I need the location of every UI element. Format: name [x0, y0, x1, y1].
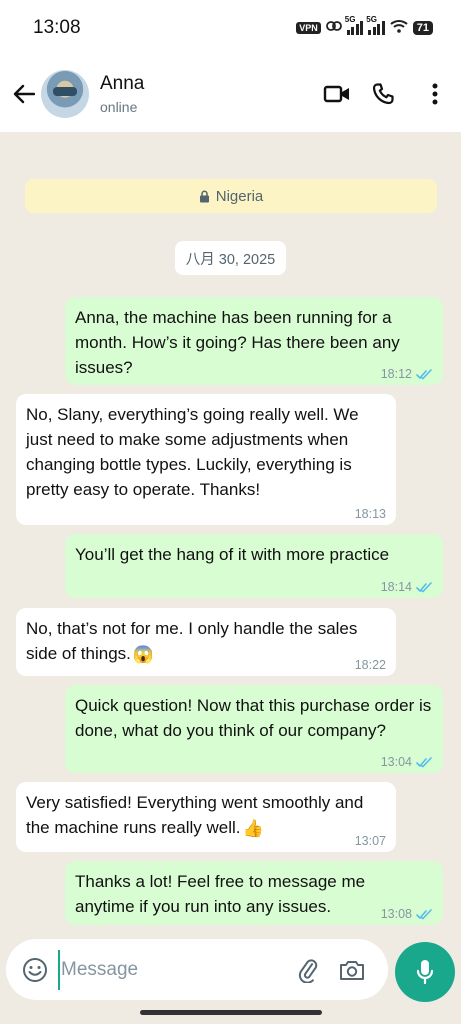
message-bubble-outgoing[interactable]: Thanks a lot! Feel free to message me an… — [65, 861, 443, 925]
status-bar: 13:08 VPN 5G 5G 71 — [0, 0, 461, 56]
contact-name: Anna — [100, 73, 145, 94]
thumbs-up-emoji: 👍 — [242, 819, 264, 839]
camera-icon — [340, 960, 364, 980]
smiley-icon — [23, 957, 47, 982]
message-time: 18:14 — [380, 580, 412, 594]
message-text: Anna, the machine has been running for a… — [75, 308, 400, 377]
chat-area[interactable]: Nigeria 八月 30, 2025 Anna, the machine ha… — [0, 132, 461, 937]
more-vertical-icon — [432, 83, 438, 105]
date-text: 八月 30, 2025 — [185, 251, 276, 268]
status-icons: VPN 5G 5G 71 — [296, 15, 433, 38]
message-meta: 18:12 — [381, 367, 433, 381]
composer-bar — [0, 937, 461, 1024]
double-check-icon — [416, 581, 432, 592]
message-text: No, Slany, everything’s going really wel… — [26, 405, 359, 499]
message-bubble-outgoing[interactable]: Quick question! Now that this purchase o… — [65, 685, 443, 773]
message-text: You’ll get the hang of it with more prac… — [75, 545, 390, 564]
battery-icon: 71 — [412, 21, 433, 35]
camera-button[interactable] — [332, 950, 372, 990]
voice-message-button[interactable] — [395, 942, 455, 1002]
vpn-icon: VPN — [296, 22, 321, 34]
double-check-icon — [416, 756, 432, 767]
message-time: 18:12 — [380, 367, 412, 381]
message-time: 13:08 — [380, 907, 412, 921]
video-camera-icon — [323, 85, 349, 103]
message-meta: 13:04 — [381, 755, 433, 769]
paperclip-icon — [298, 958, 318, 983]
attach-button[interactable] — [288, 950, 328, 990]
message-bubble-incoming[interactable]: No, that’s not for me. I only handle the… — [16, 608, 396, 676]
message-meta: 18:13 — [355, 507, 386, 521]
microphone-icon — [416, 960, 434, 985]
message-text: Very satisfied! Everything went smoothly… — [26, 790, 386, 841]
link-icon — [325, 19, 342, 38]
message-meta: 18:14 — [381, 580, 433, 594]
contact-status: online — [100, 99, 138, 115]
phone-icon — [372, 83, 394, 105]
header-actions — [317, 74, 461, 114]
message-bubble-incoming[interactable]: No, Slany, everything’s going really wel… — [16, 394, 396, 525]
shocked-face-emoji: 😱 — [132, 645, 155, 665]
lock-icon — [199, 190, 209, 202]
date-chip: 八月 30, 2025 — [175, 241, 286, 275]
home-indicator[interactable] — [140, 1010, 322, 1015]
message-text: No, that’s not for me. I only handle the… — [26, 616, 386, 667]
message-meta: 18:22 — [355, 658, 386, 672]
arrow-left-icon — [13, 84, 35, 104]
message-meta: 13:07 — [355, 834, 386, 848]
message-bubble-outgoing[interactable]: You’ll get the hang of it with more prac… — [65, 534, 443, 598]
location-banner[interactable]: Nigeria — [25, 179, 437, 213]
banner-text: Nigeria — [215, 187, 264, 205]
message-text: Thanks a lot! Feel free to message me an… — [75, 872, 366, 916]
double-check-icon — [416, 908, 432, 919]
message-time: 13:04 — [380, 755, 412, 769]
voice-call-button[interactable] — [363, 74, 403, 114]
signal-2-icon: 5G — [366, 15, 385, 35]
avatar[interactable] — [41, 70, 89, 118]
message-time: 18:22 — [354, 658, 386, 672]
message-time: 13:07 — [354, 834, 386, 848]
more-options-button[interactable] — [415, 74, 455, 114]
message-bubble-outgoing[interactable]: Anna, the machine has been running for a… — [65, 297, 443, 385]
back-button[interactable] — [4, 74, 44, 114]
message-text: Quick question! Now that this purchase o… — [75, 696, 432, 740]
wifi-icon — [390, 19, 408, 38]
double-check-icon — [416, 368, 432, 379]
composer-pill — [6, 939, 388, 1000]
chat-header: Anna online — [0, 56, 461, 132]
video-call-button[interactable] — [317, 74, 357, 114]
message-time: 18:13 — [354, 507, 386, 521]
message-bubble-incoming[interactable]: Very satisfied! Everything went smoothly… — [16, 782, 396, 852]
message-input[interactable] — [58, 949, 288, 990]
status-time: 13:08 — [33, 17, 81, 38]
contact-info[interactable]: Anna online — [100, 73, 144, 115]
signal-1-icon: 5G — [345, 15, 364, 35]
emoji-button[interactable] — [14, 949, 56, 991]
message-meta: 13:08 — [381, 907, 433, 921]
